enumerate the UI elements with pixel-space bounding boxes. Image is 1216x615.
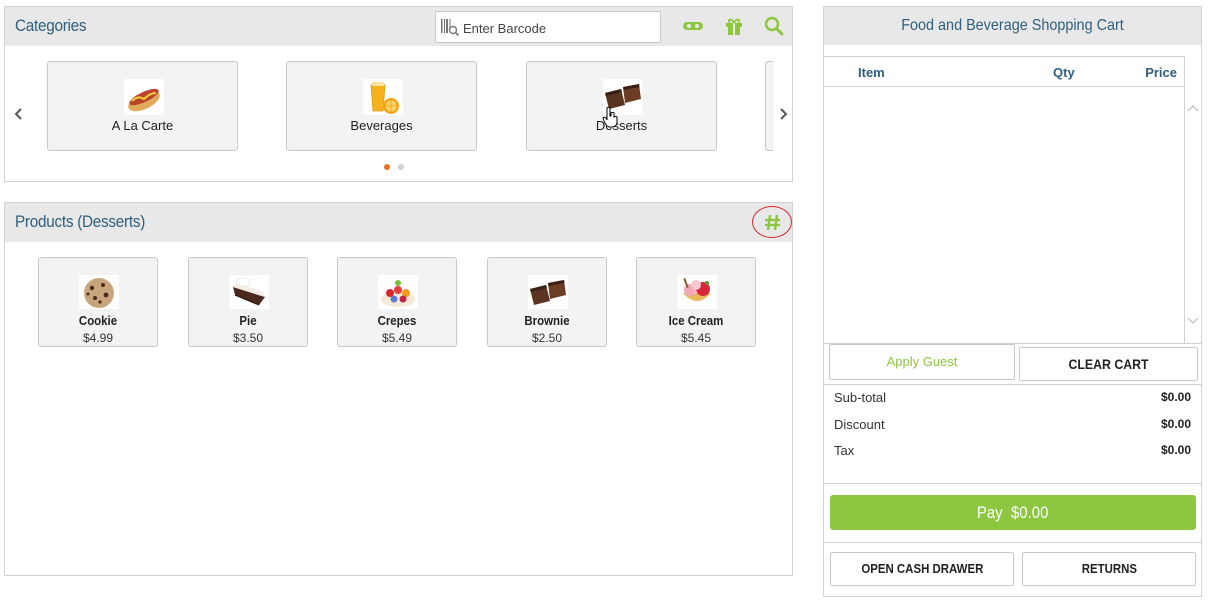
product-cookie[interactable]: Cookie $4.99 xyxy=(38,257,158,347)
cart-column-headers: Item Qty Price xyxy=(824,56,1185,87)
cart-items-list xyxy=(824,87,1185,343)
product-brownie[interactable]: Brownie $2.50 xyxy=(487,257,607,347)
crepes-icon xyxy=(378,275,418,309)
product-price: $2.50 xyxy=(531,331,563,345)
product-crepes[interactable]: Crepes $5.49 xyxy=(337,257,457,347)
categories-panel: Categories Enter Barcode A La Carte Beve… xyxy=(4,6,793,182)
product-price: $5.49 xyxy=(381,331,413,345)
cart-header: Food and Beverage Shopping Cart xyxy=(824,7,1201,45)
product-pie[interactable]: Pie $3.50 xyxy=(188,257,308,347)
cart-scrollbar[interactable] xyxy=(1184,56,1201,344)
categories-header: Categories xyxy=(5,7,792,46)
pager-dot[interactable] xyxy=(398,164,404,170)
pager-dot-active[interactable] xyxy=(384,164,390,170)
hotdog-icon xyxy=(124,79,164,115)
cart-title: Food and Beverage Shopping Cart xyxy=(901,17,1124,34)
category-desserts[interactable]: Desserts xyxy=(526,61,717,151)
products-panel: Products (Desserts) Cookie $4.99 Pie $3.… xyxy=(4,202,793,576)
shopping-cart-panel: Food and Beverage Shopping Cart Item Qty… xyxy=(823,6,1202,597)
divider xyxy=(824,384,1201,385)
returns-button[interactable]: RETURNS xyxy=(1022,552,1196,586)
barcode-field[interactable] xyxy=(435,11,661,43)
category-label: A La Carte xyxy=(111,118,174,133)
carousel-prev-icon[interactable] xyxy=(12,107,26,121)
orange-juice-icon xyxy=(363,79,403,115)
categories-title: Categories xyxy=(15,16,87,35)
divider xyxy=(824,542,1201,543)
product-price: $5.45 xyxy=(680,331,712,345)
tax-label: Tax xyxy=(834,443,855,458)
product-name: Cookie xyxy=(78,313,118,328)
product-name: Pie xyxy=(239,313,257,328)
hash-icon xyxy=(765,214,780,231)
scroll-up-icon[interactable] xyxy=(1187,103,1199,113)
returns-label: RETURNS xyxy=(1081,561,1137,576)
product-price: $4.99 xyxy=(82,331,114,345)
apply-guest-button[interactable]: Apply Guest xyxy=(829,344,1015,380)
pie-icon xyxy=(229,275,269,309)
discount-label: Discount xyxy=(834,417,885,432)
gift-icon[interactable] xyxy=(723,16,745,36)
category-beverages[interactable]: Beverages xyxy=(286,61,477,151)
cookie-icon xyxy=(79,275,119,309)
subtotal-value: $0.00 xyxy=(1160,390,1191,404)
carousel-next-icon[interactable] xyxy=(776,107,790,121)
ice-cream-icon xyxy=(677,275,717,309)
barcode-input[interactable] xyxy=(463,18,653,38)
products-header: Products (Desserts) xyxy=(5,203,792,242)
product-ice-cream[interactable]: Ice Cream $5.45 xyxy=(636,257,756,347)
discount-row: Discount $0.00 xyxy=(834,417,1191,435)
divider xyxy=(824,483,1201,484)
open-cash-drawer-button[interactable]: OPEN CASH DRAWER xyxy=(830,552,1014,586)
column-qty: Qty xyxy=(1053,65,1075,80)
subtotal-label: Sub-total xyxy=(834,390,887,405)
search-icon[interactable] xyxy=(763,16,785,36)
category-label: Beverages xyxy=(350,118,413,133)
column-price: Price xyxy=(1145,65,1177,80)
product-price: $3.50 xyxy=(232,331,264,345)
pay-label: Pay $0.00 xyxy=(977,503,1049,522)
product-name: Ice Cream xyxy=(668,313,724,328)
brownie-icon xyxy=(528,275,568,309)
scroll-down-icon[interactable] xyxy=(1187,316,1199,326)
category-a-la-carte[interactable]: A La Carte xyxy=(47,61,238,151)
grid-toggle-button[interactable] xyxy=(752,206,792,238)
product-name: Brownie xyxy=(524,313,570,328)
tax-value: $0.00 xyxy=(1160,443,1191,457)
category-next-partial xyxy=(765,61,773,151)
open-drawer-label: OPEN CASH DRAWER xyxy=(860,561,984,576)
column-item: Item xyxy=(858,65,885,80)
pay-button[interactable]: Pay $0.00 xyxy=(830,495,1196,530)
product-name: Crepes xyxy=(377,313,417,328)
ticket-icon[interactable] xyxy=(682,16,704,36)
barcode-scan-icon xyxy=(441,19,460,37)
clear-cart-label: CLEAR CART xyxy=(1068,356,1149,372)
hand-cursor-icon xyxy=(602,106,618,128)
products-title: Products (Desserts) xyxy=(15,212,146,231)
tax-row: Tax $0.00 xyxy=(834,443,1191,461)
subtotal-row: Sub-total $0.00 xyxy=(834,390,1191,408)
clear-cart-button[interactable]: CLEAR CART xyxy=(1019,347,1198,381)
category-label: Desserts xyxy=(595,118,648,133)
discount-value: $0.00 xyxy=(1160,417,1191,431)
